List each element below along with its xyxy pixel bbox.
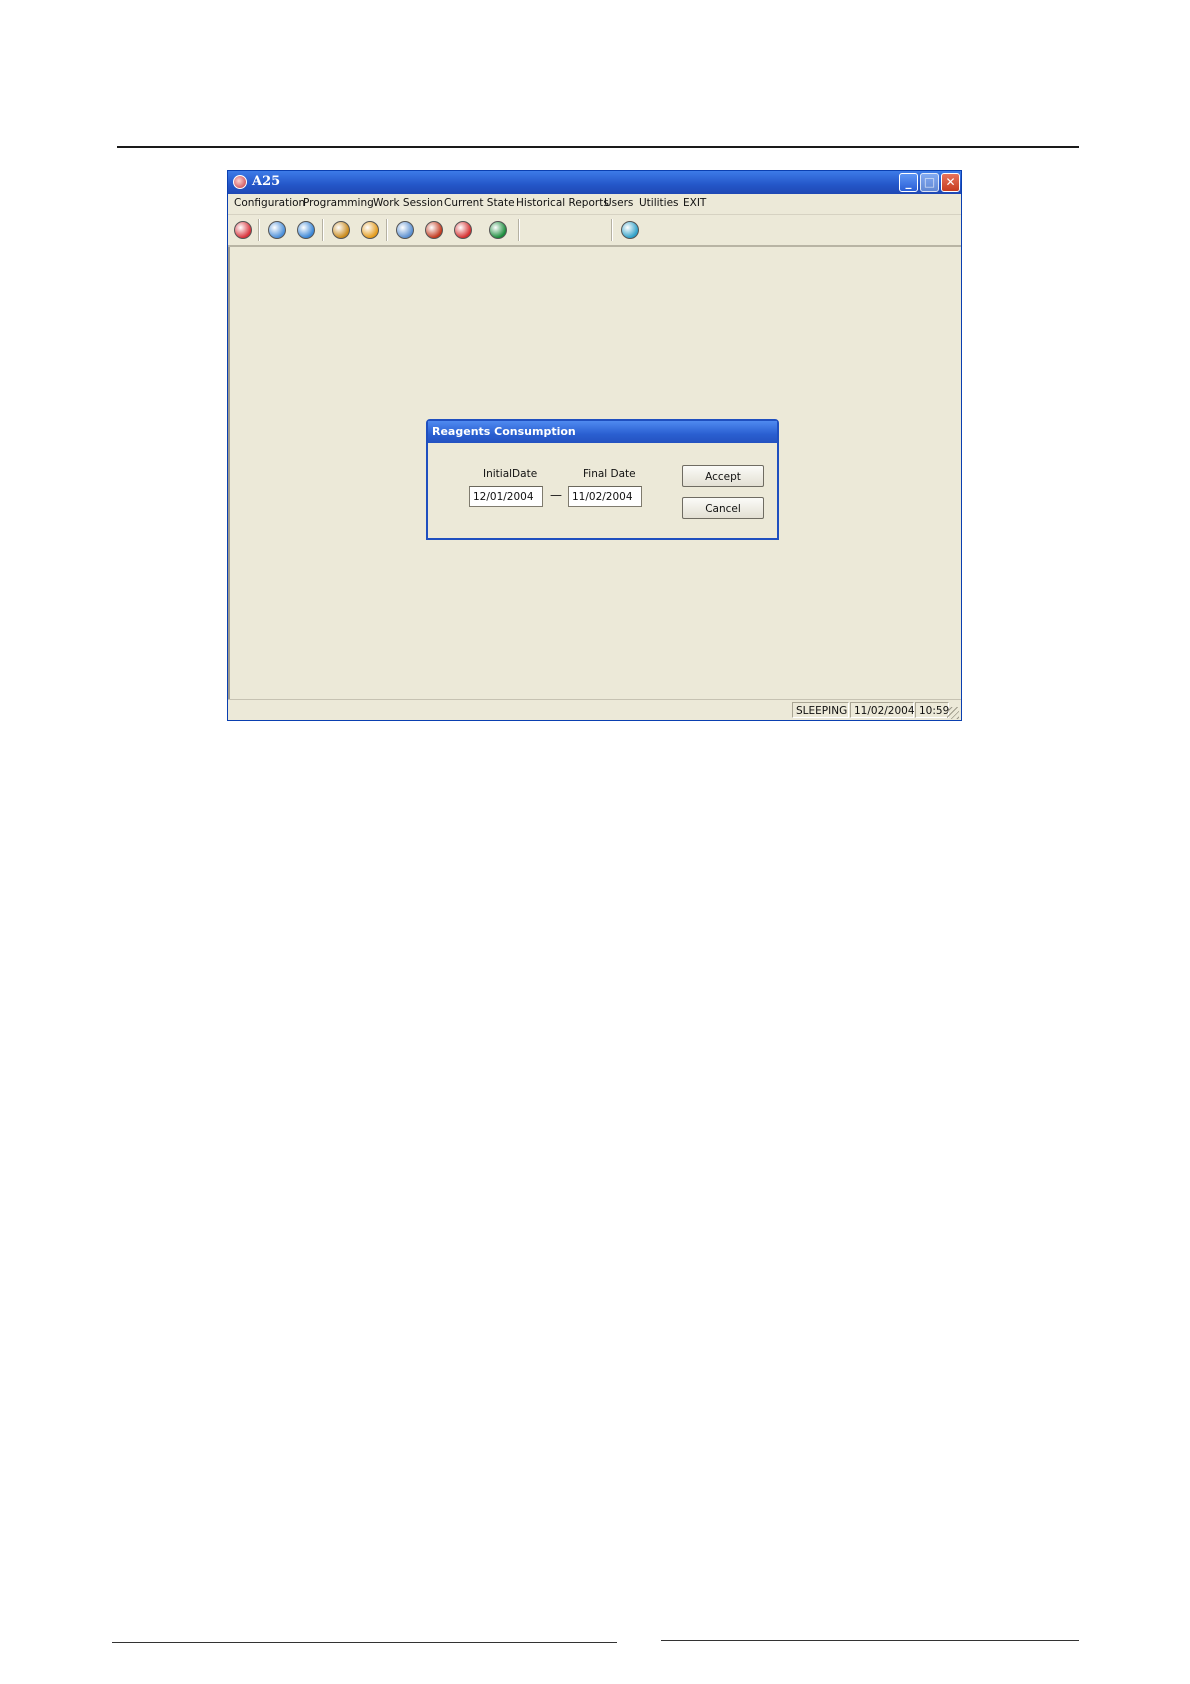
title-bar[interactable]: A25 _ □ ✕: [228, 171, 961, 194]
tool-icon[interactable]: [489, 221, 507, 239]
pills-icon[interactable]: [396, 221, 414, 239]
app-logo-icon[interactable]: [233, 175, 247, 189]
toolbar-separator: [518, 219, 520, 241]
menu-historical-reports[interactable]: Historical Reports: [516, 197, 609, 209]
initial-date-input[interactable]: [469, 486, 543, 507]
close-button[interactable]: ✕: [941, 173, 960, 192]
accept-button[interactable]: Accept: [682, 465, 764, 487]
page-bottom-rule-left: [112, 1642, 617, 1643]
status-state: SLEEPING: [792, 702, 849, 718]
page-bottom-rule-right: [661, 1640, 1079, 1641]
page-top-rule: [117, 146, 1079, 148]
status-bar: SLEEPING 11/02/2004 10:59: [228, 699, 961, 720]
dialog-title-bar[interactable]: Reagents Consumption: [428, 421, 777, 443]
final-date-label: Final Date: [583, 468, 636, 480]
menu-users[interactable]: Users: [604, 197, 633, 209]
menu-configuration[interactable]: Configuration: [234, 197, 305, 209]
curve-icon[interactable]: [454, 221, 472, 239]
toolbar-separator: [386, 219, 388, 241]
shield-icon[interactable]: [332, 221, 350, 239]
menu-bar: Configuration Programming Work Session C…: [228, 194, 961, 215]
status-date: 11/02/2004: [850, 702, 915, 718]
maximize-icon: □: [923, 175, 936, 189]
maximize-button[interactable]: □: [920, 173, 939, 192]
app-window: A25 _ □ ✕ Configuration Programming Work…: [227, 170, 962, 721]
date-range-separator: —: [550, 488, 562, 502]
menu-exit[interactable]: EXIT: [683, 197, 706, 209]
stop-icon[interactable]: [234, 221, 252, 239]
minimize-button[interactable]: _: [899, 173, 918, 192]
menu-work-session[interactable]: Work Session: [373, 197, 443, 209]
status-time: 10:59: [915, 702, 949, 718]
toolbar-separator: [258, 219, 260, 241]
sun-icon[interactable]: [621, 221, 639, 239]
resize-grip[interactable]: [947, 707, 959, 719]
close-icon: ✕: [945, 175, 956, 189]
reagents-consumption-dialog: Reagents Consumption InitialDate Final D…: [426, 419, 779, 540]
cancel-button[interactable]: Cancel: [682, 497, 764, 519]
workspace: Reagents Consumption InitialDate Final D…: [228, 247, 961, 699]
minimize-icon: _: [905, 175, 912, 189]
refresh-icon[interactable]: [361, 221, 379, 239]
dialog-title: Reagents Consumption: [432, 425, 576, 438]
toolbar-separator: [322, 219, 324, 241]
final-date-input[interactable]: [568, 486, 642, 507]
menu-current-state[interactable]: Current State: [444, 197, 515, 209]
book-icon[interactable]: [425, 221, 443, 239]
window-title: A25: [252, 174, 281, 189]
menu-programming[interactable]: Programming: [303, 197, 374, 209]
snowflake-icon[interactable]: [268, 221, 286, 239]
menu-utilities[interactable]: Utilities: [639, 197, 679, 209]
toolbar: [228, 215, 961, 247]
globe-icon[interactable]: [297, 221, 315, 239]
initial-date-label: InitialDate: [483, 468, 538, 480]
toolbar-separator: [611, 219, 613, 241]
